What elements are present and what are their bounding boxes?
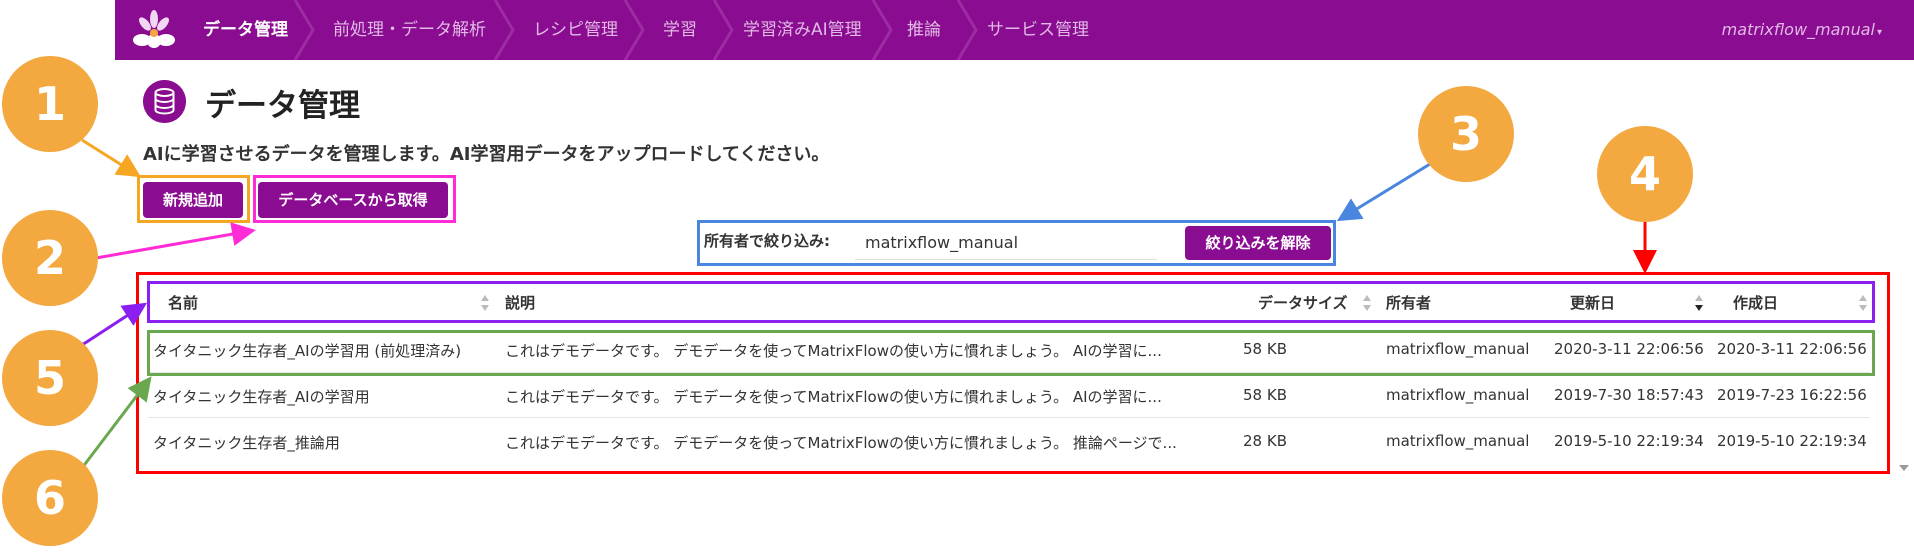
annotation-badge-1: 1 (2, 56, 98, 152)
annotation-badge-5: 5 (2, 330, 98, 426)
annotation-arrow-3 (1336, 162, 1431, 222)
annotation-badge-2: 2 (2, 210, 98, 306)
annotation-badge-6: 6 (2, 450, 98, 546)
annotation-arrow-2 (95, 222, 256, 260)
annotation-badge-3: 3 (1418, 86, 1514, 182)
annotation-badge-4: 4 (1597, 126, 1693, 222)
annotation-arrow-1 (81, 138, 142, 178)
annotation-arrow-5 (81, 302, 148, 347)
annotation-arrows (80, 138, 1657, 469)
